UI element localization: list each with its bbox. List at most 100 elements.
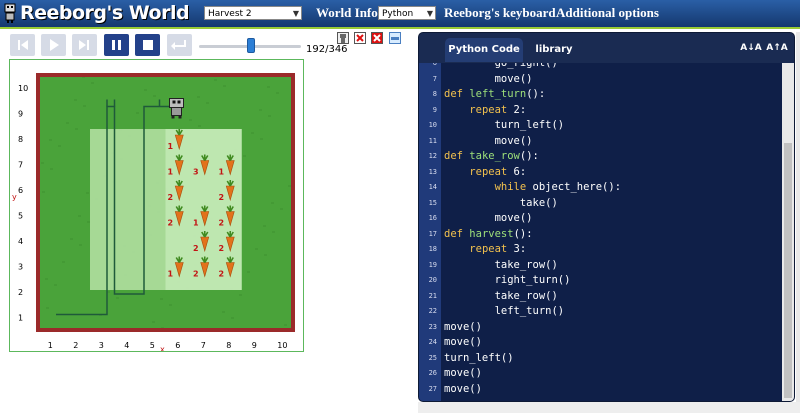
grass-texture [214,79,217,81]
pause-button[interactable] [104,34,129,56]
code-text: repeat 3: [469,243,527,255]
reload-button[interactable] [10,34,35,56]
run-button[interactable] [41,34,66,56]
grass-texture [222,311,225,313]
highlight-icon[interactable] [389,32,401,44]
code-line[interactable]: 21 take_row() [419,289,784,305]
grass-texture [260,138,263,140]
editor-panel: Python Code library A↓A A↑A 6 go_right()… [418,32,795,402]
code-text: move() [444,72,533,85]
code-editor[interactable]: 6 go_right() 7 move() 8 def left_turn(): 9 r… [419,63,784,401]
code-text: turn_left() [444,119,565,131]
code-line[interactable]: 22 left_turn() [419,304,784,320]
code-line[interactable]: 9 repeat 2: [419,103,784,119]
grass-texture [58,145,61,147]
speed-slider-handle[interactable] [247,38,255,53]
code-text: move() [444,320,482,333]
tab-library[interactable]: library [525,38,583,62]
editor-scrollbar[interactable] [782,63,794,401]
grass-texture [198,125,201,127]
code-text: def left_turn(): [444,88,546,100]
page-scrollbar[interactable] [796,32,800,413]
line-number: 20 [428,276,437,284]
grass-texture [45,278,48,280]
y-tick-label: 4 [18,237,23,246]
y-tick-label: 9 [18,109,23,118]
code-line[interactable]: 27 move() [419,382,784,398]
code-text: move() [444,212,533,224]
code-line[interactable]: 18 repeat 3: [419,242,784,258]
line-number: 26 [428,369,437,377]
y-tick-label: 1 [18,313,23,322]
grass-texture [272,231,275,233]
code-line[interactable]: 14 while object_here(): [419,180,784,196]
carrot-count: 1 [168,270,174,279]
clear-world-icon[interactable] [371,32,383,44]
y-tick-label: 10 [18,84,28,93]
code-line[interactable]: 15 take() [419,196,784,212]
code-line[interactable]: 16 move() [419,211,784,227]
code-line[interactable]: 20 right_turn() [419,273,784,289]
code-line[interactable]: 6 go_right() [419,63,784,72]
editor-scroll-thumb[interactable] [784,143,792,398]
world-panel: 1 1 3 1 2 2 2 1 2 2 2 1 2 2 1 2 3 4 5 6 7 8 9 10 1 2 3 4 5 6 7 8 9 10 x y [9,59,304,352]
reeborg-keyboard-link[interactable]: Reeborg's keyboard [444,6,556,20]
code-line[interactable]: 26 move() [419,366,784,382]
grass-texture [255,248,258,250]
x-tick-label: 1 [48,341,53,350]
code-line[interactable]: 11 move() [419,134,784,150]
tab-python-code[interactable]: Python Code [445,38,523,62]
back-button[interactable] [167,34,192,56]
decrease-font-button[interactable]: A↓A [739,39,763,57]
grass-texture [50,168,53,170]
grass-texture [49,139,52,141]
step-button[interactable] [72,34,97,56]
increase-font-button[interactable]: A↑A [765,39,789,57]
grass-texture [189,119,192,121]
line-number: 17 [428,229,437,238]
grass-texture [268,115,271,117]
code-text: move() [444,336,482,348]
grass-texture [46,307,49,309]
grass-texture [247,271,250,273]
code-line[interactable]: 17 def harvest(): [419,227,784,243]
world-select[interactable]: Harvest 2 ▼ [204,6,302,20]
code-line[interactable]: 12 def take_row(): [419,149,784,165]
stop-icon [143,40,153,50]
grass-texture [83,105,86,107]
code-line[interactable]: 8 def left_turn(): [419,87,784,103]
grass-texture [197,96,200,98]
robot-eye [172,100,176,104]
code-line[interactable]: 25 turn_left() [419,351,784,367]
code-line[interactable]: 24 move() [419,335,784,351]
code-line[interactable]: 19 take_row() [419,258,784,274]
grass-texture [264,254,267,256]
delete-robot-icon[interactable] [354,32,366,44]
y-tick-label: 5 [18,211,23,220]
additional-options-link[interactable]: Additional options [556,6,659,20]
line-number: 6 [432,63,437,67]
code-text: take_row() [444,289,558,302]
code-line[interactable]: 7 move() [419,72,784,88]
robot-leg [178,115,182,119]
grass-texture [41,162,44,164]
robot-icon[interactable] [337,32,349,44]
carrot-count: 2 [219,270,225,279]
grass-texture [288,185,291,187]
return-arrow-icon [171,40,186,50]
language-select[interactable]: Python ▼ [378,6,436,20]
code-line[interactable]: 13 repeat 6: [419,165,784,181]
code-line[interactable]: 23 move() [419,320,784,336]
y-tick-label: 3 [18,262,23,271]
code-line[interactable]: 10 turn_left() [419,118,784,134]
grass-texture [86,192,89,194]
carrot-count: 2 [193,244,199,253]
code-text: turn_left() [444,351,514,364]
skip-to-start-icon [18,40,28,50]
stop-button[interactable] [135,34,160,56]
world-info-link[interactable]: World Info [316,6,378,20]
line-number: 18 [428,245,437,253]
x-tick-label: 3 [99,341,104,350]
chevron-down-icon: ▼ [292,9,299,18]
grass-texture [280,208,283,210]
